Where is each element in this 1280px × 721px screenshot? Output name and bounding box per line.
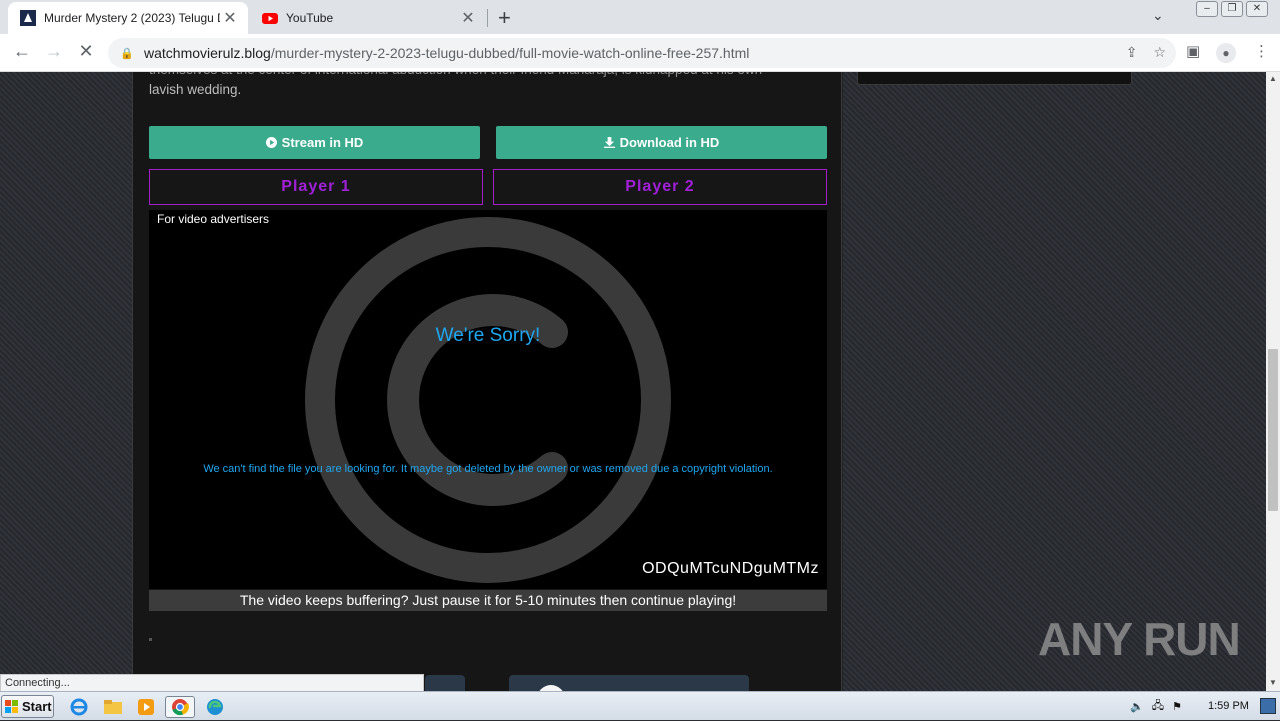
browser-tab-strip: Murder Mystery 2 (2023) Telugu Dub ✕ You… xyxy=(0,0,1280,34)
file-explorer-icon[interactable] xyxy=(102,696,124,718)
stop-loading-icon[interactable]: ✕ xyxy=(74,41,98,62)
url-text[interactable]: watchmovierulz.blog/murder-mystery-2-202… xyxy=(144,45,749,61)
internet-explorer-icon[interactable] xyxy=(68,696,90,718)
player-1-button[interactable]: Player 1 xyxy=(149,169,483,205)
restore-button[interactable]: ❐ xyxy=(1221,1,1243,17)
url-path: /murder-mystery-2-2023-telugu-dubbed/ful… xyxy=(270,45,750,61)
media-player-icon[interactable] xyxy=(135,696,157,718)
menu-kebab-icon[interactable]: ⋮ xyxy=(1254,42,1269,60)
tab-youtube[interactable]: YouTube ✕ xyxy=(250,2,486,34)
tab-murder-mystery[interactable]: Murder Mystery 2 (2023) Telugu Dub ✕ xyxy=(8,2,248,34)
player-2-button[interactable]: Player 2 xyxy=(493,169,827,205)
close-window-button[interactable]: ✕ xyxy=(1246,1,1268,17)
main-content-column: themselves at the center of internationa… xyxy=(132,72,842,691)
side-panel-icon[interactable]: ▣ xyxy=(1186,42,1200,60)
error-message: We can't find the file you are looking f… xyxy=(203,463,773,475)
download-button-label: Download in HD xyxy=(619,135,720,150)
stream-in-hd-button[interactable]: Stream in HD xyxy=(149,126,480,159)
tab-separator xyxy=(487,9,488,27)
scroll-down-arrow-icon[interactable]: ▼ xyxy=(1266,678,1280,687)
browser-toolbar: ← → ✕ 🔒 watchmovierulz.blog/murder-myste… xyxy=(0,34,1280,72)
scroll-up-arrow-icon[interactable]: ▲ xyxy=(1266,74,1280,83)
taskbar-clock[interactable]: 1:59 PM xyxy=(1208,700,1249,712)
site-favicon-icon xyxy=(20,10,36,26)
windows-taskbar: Start 🔈 🖧 ⚑ 1:59 PM xyxy=(0,691,1280,720)
network-icon[interactable]: 🖧 xyxy=(1152,697,1164,716)
close-tab-icon[interactable]: ✕ xyxy=(220,8,240,28)
volume-icon[interactable]: 🔈 xyxy=(1130,700,1144,713)
back-arrow-icon[interactable]: ← xyxy=(10,41,34,62)
windows-logo-icon xyxy=(5,699,18,713)
divider-dot xyxy=(149,638,152,641)
movie-description: themselves at the center of internationa… xyxy=(149,72,819,100)
new-tab-button[interactable]: + xyxy=(498,5,511,31)
start-label: Start xyxy=(22,699,52,714)
profile-avatar-icon[interactable]: ● xyxy=(1216,43,1236,63)
status-bubble: Connecting... xyxy=(0,674,424,691)
play-circle-icon xyxy=(265,137,277,148)
tab-search-chevron-icon[interactable]: ⌄ xyxy=(1152,7,1164,24)
page-scrollbar[interactable]: ▲ ▼ xyxy=(1266,72,1280,691)
download-in-hd-button[interactable]: Download in HD xyxy=(496,126,827,159)
copyright-icon xyxy=(305,217,671,583)
url-domain: watchmovierulz.blog xyxy=(144,45,271,61)
scrollbar-thumb[interactable] xyxy=(1268,349,1278,511)
bookmark-star-icon[interactable]: ☆ xyxy=(1153,44,1166,61)
sidebar-widget xyxy=(857,72,1132,85)
related-card[interactable] xyxy=(509,675,749,691)
anyrun-watermark: ANY RUN xyxy=(1038,612,1241,666)
web-page: themselves at the center of internationa… xyxy=(0,72,1266,691)
video-advertisers-label[interactable]: For video advertisers xyxy=(157,212,269,226)
close-tab-icon[interactable]: ✕ xyxy=(458,8,478,28)
download-icon xyxy=(603,137,615,148)
stream-button-label: Stream in HD xyxy=(281,135,364,150)
forward-arrow-icon[interactable]: → xyxy=(42,41,66,62)
window-controls: – ❐ ✕ xyxy=(1196,1,1268,17)
buffering-notice: The video keeps buffering? Just pause it… xyxy=(149,590,827,611)
system-tray: 🔈 🖧 ⚑ xyxy=(1122,692,1280,721)
action-center-flag-icon[interactable]: ⚑ xyxy=(1172,700,1182,713)
file-code: ODQuMTcuNDguMTMz xyxy=(642,560,819,577)
minimize-button[interactable]: – xyxy=(1196,1,1218,17)
error-title: We're Sorry! xyxy=(435,325,541,346)
share-icon[interactable]: ⇪ xyxy=(1126,44,1138,61)
tab-title: YouTube xyxy=(286,11,334,25)
related-card[interactable] xyxy=(425,675,465,691)
description-line: lavish wedding. xyxy=(149,82,242,97)
description-line-cut: themselves at the center of internationa… xyxy=(149,72,819,80)
chrome-taskbar-icon[interactable] xyxy=(165,696,195,718)
video-player[interactable]: For video advertisers We're Sorry! We ca… xyxy=(149,210,827,589)
watermark-text: ANY RUN xyxy=(1038,613,1241,665)
show-desktop-button[interactable] xyxy=(1260,698,1276,714)
address-bar[interactable]: 🔒 watchmovierulz.blog/murder-mystery-2-2… xyxy=(108,38,1176,68)
start-button[interactable]: Start xyxy=(1,695,54,718)
lock-icon[interactable]: 🔒 xyxy=(120,47,134,60)
youtube-icon xyxy=(262,13,278,24)
sidebar-divider xyxy=(842,72,843,691)
tab-title: Murder Mystery 2 (2023) Telugu Dub xyxy=(44,11,220,25)
edge-icon[interactable] xyxy=(204,696,226,718)
